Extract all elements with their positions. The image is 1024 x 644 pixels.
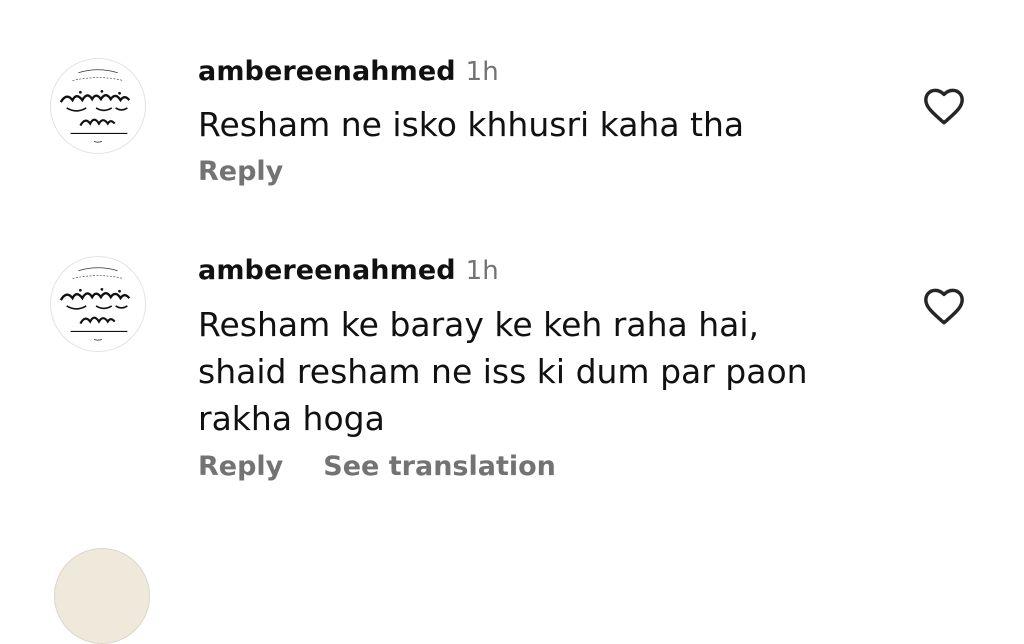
calligraphy-avatar-icon bbox=[59, 69, 131, 143]
timestamp: 1h bbox=[465, 57, 499, 87]
comment-text: Resham ne isko khhusri kaha tha bbox=[198, 101, 898, 148]
next-user-avatar[interactable] bbox=[54, 548, 150, 644]
like-button[interactable] bbox=[922, 86, 966, 126]
comment-actions: Reply bbox=[198, 156, 283, 187]
heart-outline-icon bbox=[924, 88, 964, 125]
see-translation-button[interactable]: See translation bbox=[323, 451, 556, 482]
comment-line: Resham ne isko khhusri kaha tha bbox=[198, 105, 745, 144]
calligraphy-avatar-icon bbox=[59, 267, 131, 341]
timestamp: 1h bbox=[465, 256, 499, 286]
comment-actions: Reply See translation bbox=[198, 451, 556, 482]
comment-header: ambereenahmed 1h bbox=[198, 255, 499, 286]
heart-outline-icon bbox=[924, 288, 964, 325]
user-avatar[interactable] bbox=[50, 58, 146, 154]
username[interactable]: ambereenahmed bbox=[198, 255, 456, 286]
comment-header: ambereenahmed 1h bbox=[198, 56, 499, 87]
like-button[interactable] bbox=[922, 286, 966, 326]
comment-text: Resham ke baray ke keh raha hai, shaid r… bbox=[198, 301, 898, 442]
username[interactable]: ambereenahmed bbox=[198, 56, 456, 87]
comment-line: rakha hoga bbox=[198, 399, 385, 438]
comment-line: shaid resham ne iss ki dum par paon bbox=[198, 352, 808, 391]
reply-button[interactable]: Reply bbox=[198, 451, 283, 482]
comment-line: Resham ke baray ke keh raha hai, bbox=[198, 305, 759, 344]
user-avatar[interactable] bbox=[50, 256, 146, 352]
reply-button[interactable]: Reply bbox=[198, 156, 283, 187]
